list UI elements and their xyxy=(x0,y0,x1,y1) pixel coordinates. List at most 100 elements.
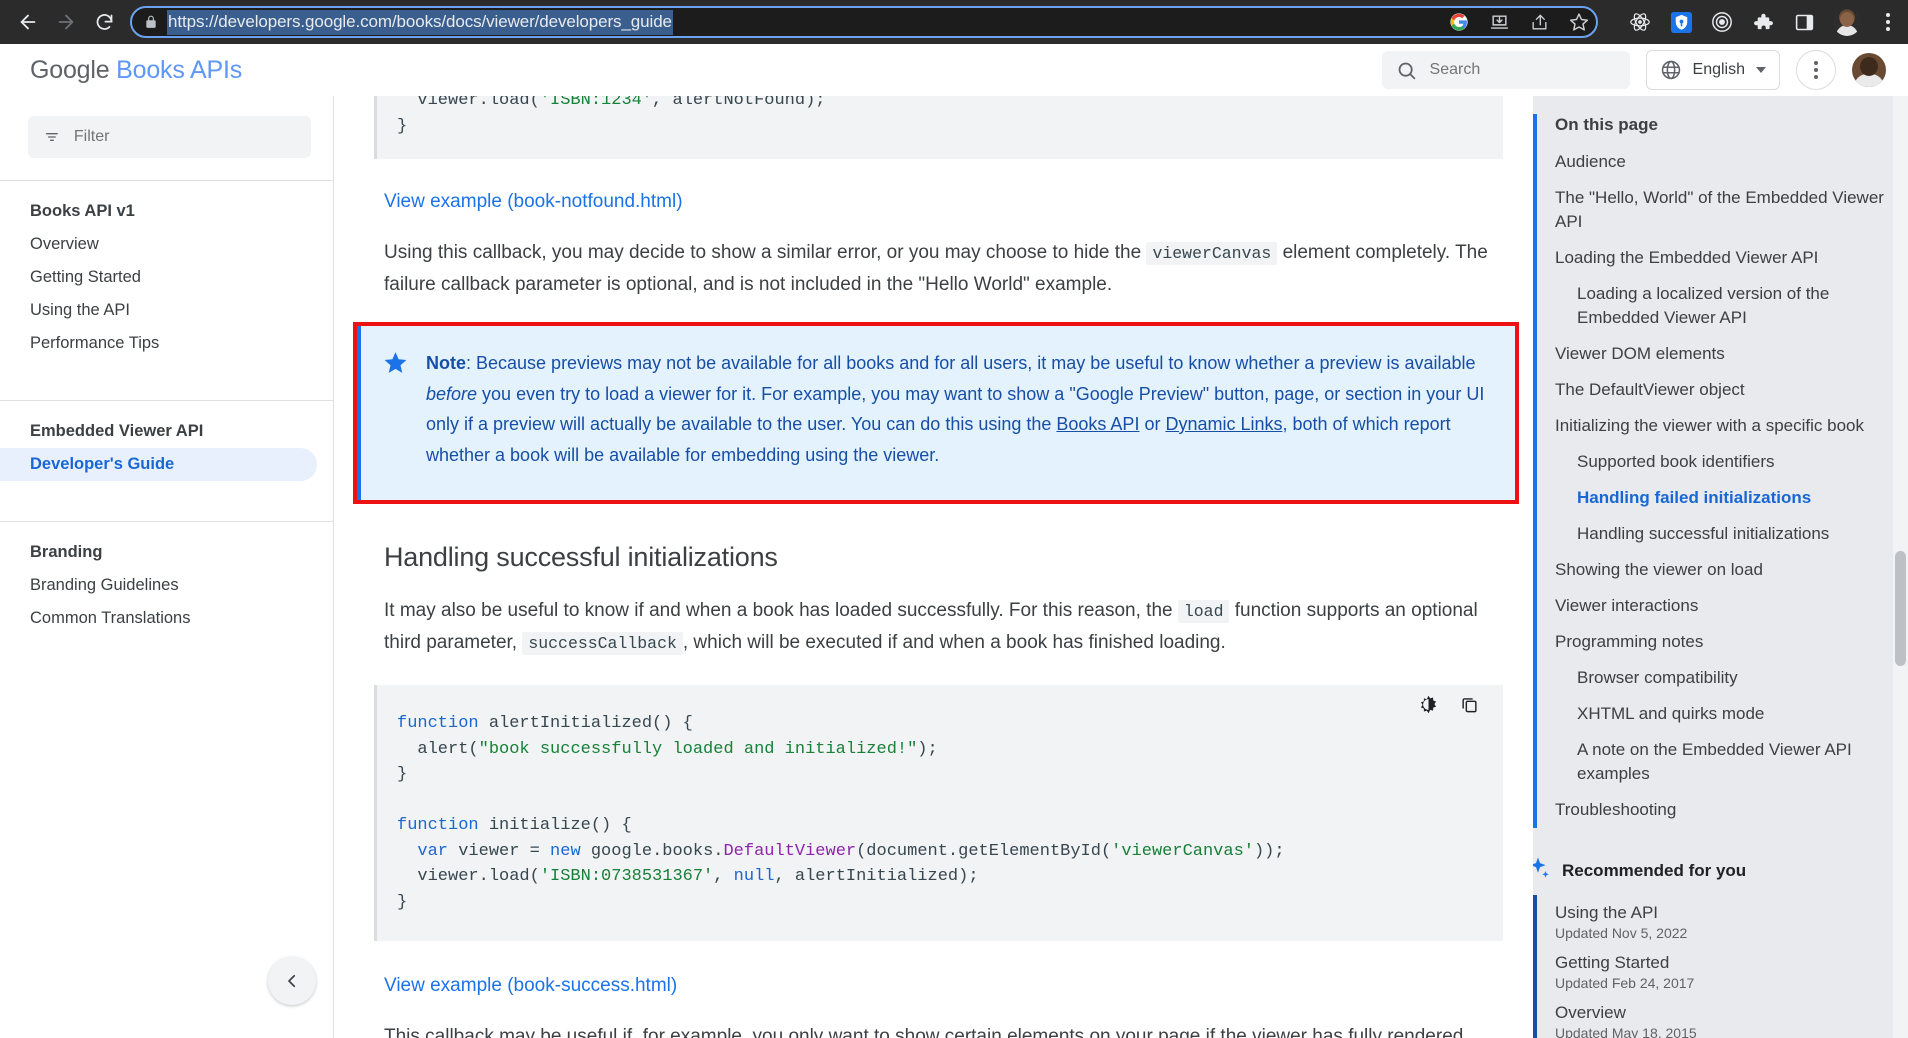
account-avatar[interactable] xyxy=(1852,53,1886,87)
code-l1-kw: function xyxy=(397,714,479,733)
sidebar-item-branding-guidelines[interactable]: Branding Guidelines xyxy=(0,569,317,602)
code-l7-post: , alertInitialized); xyxy=(774,867,979,886)
nav-group-books-api: Books API v1 Overview Getting Started Us… xyxy=(0,181,333,378)
code-l7-str: 'ISBN:0738531367' xyxy=(539,867,714,886)
browser-toolbar: https://developers.google.com/books/docs… xyxy=(0,0,1908,44)
header-actions: English xyxy=(1381,50,1886,90)
toc-item-initializing[interactable]: Initializing the viewer with a specific … xyxy=(1555,408,1886,444)
dark-mode-toggle-icon[interactable] xyxy=(1419,695,1438,714)
view-example-notfound-link[interactable]: View example (book-notfound.html) xyxy=(384,191,683,212)
nav-group-branding: Branding Branding Guidelines Common Tran… xyxy=(0,522,333,653)
chevron-left-icon xyxy=(288,974,296,988)
view-example-success-link[interactable]: View example (book-success.html) xyxy=(384,975,677,996)
red-annotation-box: Note: Because previews may not be availa… xyxy=(353,322,1519,504)
sidebar-item-using-the-api[interactable]: Using the API xyxy=(0,294,317,327)
brand-google: Google xyxy=(30,55,110,84)
language-selector[interactable]: English xyxy=(1645,50,1780,90)
language-label: English xyxy=(1692,61,1745,78)
left-sidebar: Books API v1 Overview Getting Started Us… xyxy=(0,96,334,1038)
recommended-rail: Using the API Updated Nov 5, 2022 Gettin… xyxy=(1533,895,1886,1038)
password-manager-icon[interactable] xyxy=(1669,10,1693,34)
scrollbar-thumb[interactable] xyxy=(1895,551,1906,666)
toc-item-viewer-dom[interactable]: Viewer DOM elements xyxy=(1555,336,1886,372)
search-input[interactable] xyxy=(1429,61,1616,79)
toc-item-programming-notes[interactable]: Programming notes xyxy=(1555,624,1886,660)
code-l6-str: 'viewerCanvas' xyxy=(1111,841,1254,861)
nav-group-title: Branding xyxy=(30,543,103,561)
toc-item-xhtml-quirks[interactable]: XHTML and quirks mode xyxy=(1555,696,1886,732)
code-l1-rest: alertInitialized() { xyxy=(478,714,693,733)
omnibox-actions xyxy=(1448,8,1590,36)
code-l6-t4: )); xyxy=(1253,841,1285,861)
code-l6-t1: viewer = xyxy=(448,841,551,861)
code-l6-kw1: var xyxy=(397,841,449,861)
toc-item-loading-localized[interactable]: Loading a localized version of the Embed… xyxy=(1555,276,1886,336)
filter-input[interactable] xyxy=(73,128,295,146)
react-devtools-icon[interactable] xyxy=(1628,10,1652,34)
url-text[interactable]: https://developers.google.com/books/docs… xyxy=(167,9,673,35)
code-line-1-suffix: , alertNotFound); xyxy=(652,96,826,110)
code-l2-post: ); xyxy=(917,739,938,759)
page-scrollbar[interactable] xyxy=(1893,96,1908,1038)
code-l2-str: "book successfully loaded and initialize… xyxy=(478,739,918,759)
site-logo[interactable]: Google Books APIs xyxy=(30,56,242,85)
note-italic-before: before xyxy=(426,383,478,404)
code-l5-kw: function xyxy=(397,816,479,835)
books-api-link[interactable]: Books API xyxy=(1056,414,1139,434)
code-block-sample: function alertInitialized() { alert("boo… xyxy=(374,685,1503,941)
sidebar-item-getting-started[interactable]: Getting Started xyxy=(0,261,317,294)
chrome-menu-icon[interactable] xyxy=(1878,13,1898,31)
toc-item-troubleshooting[interactable]: Troubleshooting xyxy=(1555,792,1886,828)
recommended-header: Recommended for you xyxy=(1533,856,1886,885)
address-bar[interactable]: https://developers.google.com/books/docs… xyxy=(130,6,1598,38)
para2-text-c: , which will be executed if and when a b… xyxy=(682,632,1226,653)
toc-item-handling-failed[interactable]: Handling failed initializations xyxy=(1555,480,1886,516)
recommended-item-getting-started[interactable]: Getting Started xyxy=(1555,945,1886,973)
globe-icon xyxy=(1660,59,1682,81)
sidebar-item-developers-guide[interactable]: Developer's Guide xyxy=(0,448,317,481)
target-icon[interactable] xyxy=(1710,10,1734,34)
on-this-page-title: On this page xyxy=(1555,115,1658,134)
side-panel-icon[interactable] xyxy=(1792,10,1816,34)
star-icon[interactable] xyxy=(1568,11,1590,33)
share-icon[interactable] xyxy=(1528,11,1550,33)
install-icon[interactable] xyxy=(1488,11,1510,33)
back-button[interactable] xyxy=(10,4,46,40)
note-text-a: : Because previews may not be available … xyxy=(466,353,1476,373)
toc-item-browser-compat[interactable]: Browser compatibility xyxy=(1555,660,1886,696)
toc-item-handling-successful[interactable]: Handling successful initializations xyxy=(1555,516,1886,552)
filter-box[interactable] xyxy=(28,116,311,158)
collapse-sidebar-button[interactable] xyxy=(268,957,316,1005)
site-search[interactable] xyxy=(1381,51,1630,89)
page-body: Books API v1 Overview Getting Started Us… xyxy=(0,96,1908,1038)
toc-item-hello-world[interactable]: The "Hello, World" of the Embedded Viewe… xyxy=(1555,180,1886,240)
toc-item-viewer-interactions[interactable]: Viewer interactions xyxy=(1555,588,1886,624)
toc-item-audience[interactable]: Audience xyxy=(1555,144,1886,180)
lock-icon xyxy=(144,14,158,30)
sidebar-item-common-translations[interactable]: Common Translations xyxy=(0,602,317,635)
copy-code-icon[interactable] xyxy=(1460,695,1479,714)
recommended-item-using-the-api[interactable]: Using the API xyxy=(1555,895,1886,923)
forward-button[interactable] xyxy=(48,4,84,40)
nav-group-title: Embedded Viewer API xyxy=(30,422,204,440)
paragraph-callback-description: Using this callback, you may decide to s… xyxy=(384,237,1493,300)
more-options-button[interactable] xyxy=(1796,50,1836,90)
toc-item-loading-api[interactable]: Loading the Embedded Viewer API xyxy=(1555,240,1886,276)
note-label: Note xyxy=(426,353,466,373)
sidebar-item-performance-tips[interactable]: Performance Tips xyxy=(0,327,317,360)
recommended-meta-using-the-api: Updated Nov 5, 2022 xyxy=(1555,925,1688,941)
puzzle-icon[interactable] xyxy=(1751,10,1775,34)
toc-item-api-examples-note[interactable]: A note on the Embedded Viewer API exampl… xyxy=(1555,732,1886,792)
toc-item-defaultviewer[interactable]: The DefaultViewer object xyxy=(1555,372,1886,408)
reload-button[interactable] xyxy=(86,4,122,40)
code-l6-cls: DefaultViewer xyxy=(723,841,857,861)
sidebar-item-overview[interactable]: Overview xyxy=(0,228,317,261)
toc-item-supported-identifiers[interactable]: Supported book identifiers xyxy=(1555,444,1886,480)
code-line-2: } xyxy=(397,116,408,136)
profile-avatar[interactable] xyxy=(1833,8,1861,36)
dynamic-links-link[interactable]: Dynamic Links xyxy=(1165,414,1282,434)
recommended-item-overview[interactable]: Overview xyxy=(1555,995,1886,1023)
chevron-down-icon xyxy=(1756,67,1766,73)
toc-item-showing-viewer[interactable]: Showing the viewer on load xyxy=(1555,552,1886,588)
google-g-icon[interactable] xyxy=(1448,11,1470,33)
